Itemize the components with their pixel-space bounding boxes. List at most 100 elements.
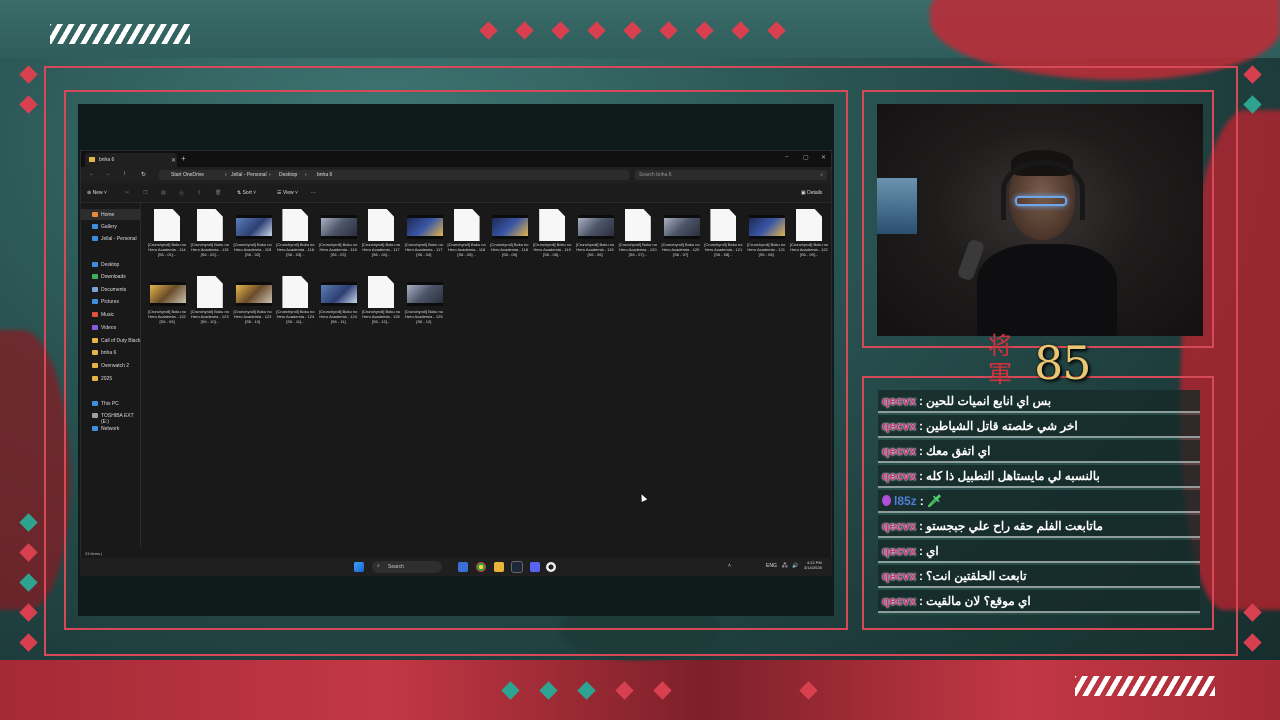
- file-item[interactable]: [Crunchyroll] Boku no Hero Academia - 11…: [147, 207, 187, 269]
- network-icon[interactable]: 🖧: [782, 563, 788, 571]
- clock[interactable]: 4:22 PM 3/14/2026: [804, 560, 822, 570]
- chat-message: l85z: 🗡: [878, 490, 1200, 513]
- file-item[interactable]: [Crunchyroll] Boku no Hero Academia - 11…: [532, 207, 572, 269]
- sidebar-item[interactable]: Call of Duty Black: [81, 335, 141, 346]
- start-icon[interactable]: [354, 562, 364, 572]
- sidebar-item[interactable]: Gallery: [81, 221, 141, 232]
- breadcrumb[interactable]: Start OneDrive › Jellal - Personal › Des…: [159, 170, 629, 180]
- sidebar-item[interactable]: Network: [81, 423, 141, 434]
- video-thumbnail: [492, 215, 529, 239]
- file-item[interactable]: [Crunchyroll] Boku no Hero Academia - 11…: [275, 207, 315, 269]
- sidebar-item[interactable]: Downloads: [81, 271, 141, 282]
- cloud-icon: [92, 236, 98, 241]
- file-item[interactable]: [Crunchyroll] Boku no Hero Academia - 12…: [703, 207, 743, 269]
- file-icon: [368, 276, 394, 308]
- chat-message: qecvx: ماتابعت الفلم حقه راح علي جبجستو: [878, 515, 1200, 538]
- folder-icon: [92, 350, 98, 355]
- file-item[interactable]: [Crunchyroll] Boku no Hero Academia - 12…: [404, 274, 444, 336]
- back-icon[interactable]: ←: [89, 171, 95, 177]
- delete-icon[interactable]: 🗑: [215, 190, 221, 196]
- file-item[interactable]: [Crunchyroll] Boku no Hero Academia - 12…: [147, 274, 187, 336]
- more-button[interactable]: ···: [311, 190, 316, 196]
- chrome-icon[interactable]: [476, 562, 486, 572]
- file-item[interactable]: [Crunchyroll] Boku no Hero Academia - 12…: [318, 274, 358, 336]
- file-item[interactable]: [Crunchyroll] Boku no Hero Academia - 11…: [233, 207, 273, 269]
- sidebar-item[interactable]: Home: [81, 209, 141, 220]
- file-name: [Crunchyroll] Boku no Hero Academia - 12…: [233, 309, 272, 324]
- language-indicator[interactable]: ENG: [766, 563, 777, 569]
- sidebar-item[interactable]: Pictures: [81, 296, 141, 307]
- discord-icon[interactable]: [530, 562, 540, 572]
- file-item[interactable]: [Crunchyroll] Boku no Hero Academia - 12…: [275, 274, 315, 336]
- chat-separator: :: [919, 594, 924, 608]
- taskbar-search[interactable]: ⌕ Search: [372, 561, 442, 573]
- chat-message: qecvx: اي موقع؟ لان مالقيت: [878, 590, 1200, 613]
- address-bar-row: ← → ↑ ↻ Start OneDrive › Jellal - Person…: [81, 167, 831, 183]
- video-thumbnail: [235, 282, 272, 306]
- paste-icon[interactable]: ▤: [161, 190, 166, 196]
- file-item[interactable]: [Crunchyroll] Boku no Hero Academia - 11…: [318, 207, 358, 269]
- obs-icon[interactable]: [546, 562, 556, 572]
- file-item[interactable]: [Crunchyroll] Boku no Hero Academia - 11…: [404, 207, 444, 269]
- pictures-icon: [92, 299, 98, 304]
- share-icon[interactable]: ⇪: [197, 190, 201, 196]
- file-item[interactable]: [Crunchyroll] Boku no Hero Academia - 12…: [618, 207, 658, 269]
- task-view-icon[interactable]: [458, 562, 468, 572]
- close-icon[interactable]: ✕: [821, 154, 826, 161]
- sidebar-item[interactable]: 2025: [81, 373, 141, 384]
- file-item[interactable]: [Crunchyroll] Boku no Hero Academia - 11…: [361, 207, 401, 269]
- file-item[interactable]: [Crunchyroll] Boku no Hero Academia - 12…: [190, 274, 230, 336]
- rename-icon[interactable]: Ⓐ: [179, 190, 184, 197]
- file-item[interactable]: [Crunchyroll] Boku no Hero Academia - 12…: [789, 207, 829, 269]
- breadcrumb-item[interactable]: Start OneDrive: [171, 172, 204, 178]
- file-item[interactable]: [Crunchyroll] Boku no Hero Academia - 11…: [447, 207, 487, 269]
- refresh-icon[interactable]: ↻: [141, 171, 146, 178]
- view-button[interactable]: ☰ View ˅: [277, 190, 298, 196]
- file-item[interactable]: [Crunchyroll] Boku no Hero Academia - 12…: [361, 274, 401, 336]
- tab-title: bnha 6: [99, 157, 115, 163]
- sidebar-item[interactable]: Jellal - Personal: [81, 233, 141, 244]
- sidebar-item[interactable]: This PC: [81, 398, 141, 409]
- chevron-up-icon[interactable]: ˄: [728, 563, 731, 569]
- streamer-body: [977, 244, 1117, 336]
- file-item[interactable]: [Crunchyroll] Boku no Hero Academia - 12…: [233, 274, 273, 336]
- tab-bar: bnha 6 ✕ + – ▢ ✕: [81, 151, 831, 167]
- counter-number: 85: [1034, 336, 1092, 390]
- copy-icon[interactable]: ❐: [143, 190, 147, 196]
- sidebar-item[interactable]: Overwatch 2: [81, 360, 141, 371]
- file-item[interactable]: [Crunchyroll] Boku no Hero Academia - 12…: [746, 207, 786, 269]
- cut-icon[interactable]: ✂: [125, 190, 129, 196]
- sidebar-item[interactable]: TOSHIBA EXT (E:): [81, 410, 141, 425]
- breadcrumb-item[interactable]: bnha 6: [317, 172, 332, 178]
- file-item[interactable]: [Crunchyroll] Boku no Hero Academia - 11…: [190, 207, 230, 269]
- sidebar-item[interactable]: Desktop: [81, 259, 141, 270]
- breadcrumb-item[interactable]: Jellal - Personal: [231, 172, 267, 178]
- up-icon[interactable]: ↑: [123, 171, 126, 177]
- details-button[interactable]: ▣ Details: [801, 190, 822, 196]
- search-input[interactable]: Search bnha 6 ⌕: [635, 170, 827, 180]
- file-name: [Crunchyroll] Boku no Hero Academia - 12…: [190, 309, 229, 324]
- sidebar-item[interactable]: Videos: [81, 322, 141, 333]
- close-tab-icon[interactable]: ✕: [171, 157, 176, 164]
- volume-icon[interactable]: 🔊: [792, 563, 798, 569]
- drive-icon: [92, 413, 98, 418]
- file-item[interactable]: [Crunchyroll] Boku no Hero Academia - 12…: [661, 207, 701, 269]
- sidebar-item[interactable]: bnha 6: [81, 347, 141, 358]
- chat-text: بالنسبه لي مايستاهل التطبيل ذا كله: [926, 469, 1100, 483]
- new-button[interactable]: ⊕ New ˅: [87, 190, 107, 196]
- file-item[interactable]: [Crunchyroll] Boku no Hero Academia - 11…: [489, 207, 529, 269]
- sidebar-item[interactable]: Music: [81, 309, 141, 320]
- plus-icon[interactable]: +: [181, 154, 186, 163]
- minimize-icon[interactable]: –: [785, 154, 788, 160]
- breadcrumb-item[interactable]: Desktop: [279, 172, 297, 178]
- maximize-icon[interactable]: ▢: [803, 154, 809, 161]
- sidebar-item-label: This PC: [101, 401, 119, 407]
- sort-button[interactable]: ⇅ Sort ˅: [237, 190, 256, 196]
- tab-bnha6[interactable]: bnha 6 ✕: [85, 153, 177, 167]
- file-item[interactable]: [Crunchyroll] Boku no Hero Academia - 11…: [575, 207, 615, 269]
- steam-icon[interactable]: [511, 561, 523, 573]
- forward-icon[interactable]: →: [105, 171, 111, 177]
- sidebar-item[interactable]: Documents: [81, 284, 141, 295]
- file-name: [Crunchyroll] Boku no Hero Academia - 11…: [404, 242, 443, 257]
- file-explorer-icon[interactable]: [494, 562, 504, 572]
